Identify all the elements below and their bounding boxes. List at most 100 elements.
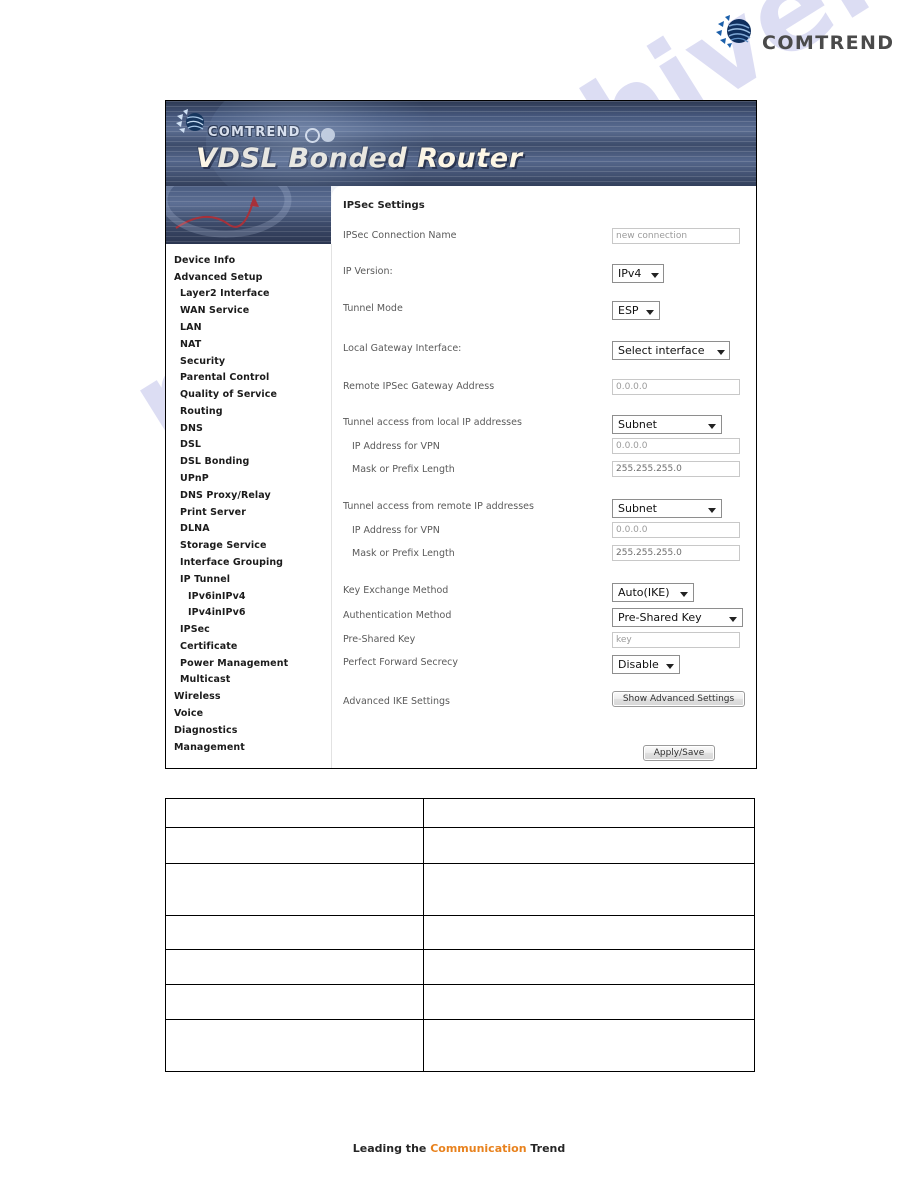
key-exchange-value: Auto(IKE) bbox=[618, 586, 670, 599]
table-cell-col2 bbox=[423, 798, 755, 828]
connection-name-input[interactable]: new connection bbox=[612, 228, 740, 244]
sidebar-item-upnp[interactable]: UPnP bbox=[166, 470, 331, 487]
field-row-remote-mask: Mask or Prefix Length 255.255.255.0 bbox=[332, 545, 756, 566]
sidebar-item-device-info[interactable]: Device Info bbox=[166, 252, 331, 269]
sidebar-item-diagnostics[interactable]: Diagnostics bbox=[166, 722, 331, 739]
comtrend-globe-icon bbox=[176, 109, 204, 133]
table-cell-col2 bbox=[423, 827, 755, 864]
sidebar-item-quality-of-service[interactable]: Quality of Service bbox=[166, 386, 331, 403]
remote-ip-vpn-input[interactable]: 0.0.0.0 bbox=[612, 522, 740, 538]
table-cell-col1 bbox=[165, 827, 424, 864]
sidebar-item-parental-control[interactable]: Parental Control bbox=[166, 369, 331, 386]
banner-title: VDSL Bonded Router bbox=[196, 143, 523, 174]
sidebar-item-ipsec[interactable]: IPSec bbox=[166, 621, 331, 638]
field-row-pfs: Perfect Forward Secrecy Disable bbox=[332, 655, 756, 675]
table-row bbox=[165, 863, 755, 916]
pre-shared-key-input[interactable]: key bbox=[612, 632, 740, 648]
label-advanced-ike: Advanced IKE Settings bbox=[343, 696, 450, 707]
banner-dot-outline-icon bbox=[305, 128, 320, 143]
router-ui-screenshot: COMTREND VDSL Bonded Router Device Info … bbox=[165, 100, 757, 769]
sidebar-item-dsl-bonding[interactable]: DSL Bonding bbox=[166, 453, 331, 470]
table-cell-col1 bbox=[165, 1019, 424, 1072]
ipsec-form: IPSec Connection Name new connection IP … bbox=[332, 186, 756, 768]
sidebar-item-dsl[interactable]: DSL bbox=[166, 437, 331, 454]
local-ip-vpn-input[interactable]: 0.0.0.0 bbox=[612, 438, 740, 454]
sidebar-item-wan-service[interactable]: WAN Service bbox=[166, 302, 331, 319]
remote-mask-input[interactable]: 255.255.255.0 bbox=[612, 545, 740, 561]
tunnel-remote-select[interactable]: Subnet bbox=[612, 499, 722, 518]
table-cell-col2 bbox=[423, 1019, 755, 1072]
perfect-forward-secrecy-value: Disable bbox=[618, 658, 659, 671]
sidebar-item-storage-service[interactable]: Storage Service bbox=[166, 537, 331, 554]
sidebar-item-ipv4inipv6[interactable]: IPv4inIPv6 bbox=[166, 604, 331, 621]
sidebar-item-voice[interactable]: Voice bbox=[166, 705, 331, 722]
tunnel-mode-value: ESP bbox=[618, 304, 639, 317]
tunnel-local-select[interactable]: Subnet bbox=[612, 415, 722, 434]
sidebar-item-security[interactable]: Security bbox=[166, 353, 331, 370]
field-row-apply: Apply/Save bbox=[332, 745, 756, 765]
sidebar-item-dns[interactable]: DNS bbox=[166, 420, 331, 437]
field-row-key-exchange: Key Exchange Method Auto(IKE) bbox=[332, 583, 756, 603]
key-exchange-select[interactable]: Auto(IKE) bbox=[612, 583, 694, 602]
sidebar-item-layer2-interface[interactable]: Layer2 Interface bbox=[166, 286, 331, 303]
sidebar-item-routing[interactable]: Routing bbox=[166, 403, 331, 420]
sidebar-item-lan[interactable]: LAN bbox=[166, 319, 331, 336]
chevron-down-icon bbox=[651, 273, 659, 278]
label-tunnel-remote: Tunnel access from remote IP addresses bbox=[343, 501, 534, 512]
label-tunnel-local: Tunnel access from local IP addresses bbox=[343, 417, 522, 428]
sidebar-item-print-server[interactable]: Print Server bbox=[166, 504, 331, 521]
perfect-forward-secrecy-select[interactable]: Disable bbox=[612, 655, 680, 674]
sidebar-item-ip-tunnel[interactable]: IP Tunnel bbox=[166, 571, 331, 588]
ip-version-value: IPv4 bbox=[618, 267, 642, 280]
field-row-connection-name: IPSec Connection Name new connection bbox=[332, 228, 756, 248]
remote-gateway-address-value: 0.0.0.0 bbox=[616, 382, 648, 392]
ip-version-select[interactable]: IPv4 bbox=[612, 264, 664, 283]
sidebar-item-dlna[interactable]: DLNA bbox=[166, 521, 331, 538]
field-row-advanced-ike: Advanced IKE Settings Show Advanced Sett… bbox=[332, 691, 756, 714]
local-gateway-interface-select[interactable]: Select interface bbox=[612, 341, 730, 360]
tunnel-mode-select[interactable]: ESP bbox=[612, 301, 660, 320]
sidebar-item-multicast[interactable]: Multicast bbox=[166, 672, 331, 689]
label-perfect-forward-secrecy: Perfect Forward Secrecy bbox=[343, 657, 459, 668]
banner-brand: COMTREND bbox=[208, 125, 301, 140]
sidebar-item-wireless[interactable]: Wireless bbox=[166, 688, 331, 705]
field-row-remote-ip-vpn: IP Address for VPN 0.0.0.0 bbox=[332, 522, 756, 543]
local-mask-input[interactable]: 255.255.255.0 bbox=[612, 461, 740, 477]
field-row-ip-version: IP Version: IPv4 bbox=[332, 264, 756, 284]
table-cell-col2 bbox=[423, 949, 755, 985]
remote-gateway-address-input[interactable]: 0.0.0.0 bbox=[612, 379, 740, 395]
footer-tagline: Leading the Communication Trend bbox=[0, 1142, 918, 1155]
apply-save-button[interactable]: Apply/Save bbox=[643, 745, 715, 761]
field-row-tunnel-remote: Tunnel access from remote IP addresses S… bbox=[332, 499, 756, 519]
chevron-down-icon bbox=[717, 350, 725, 355]
label-local-ip-vpn: IP Address for VPN bbox=[352, 441, 440, 452]
remote-mask-value: 255.255.255.0 bbox=[616, 548, 682, 558]
sidebar-item-advanced-setup[interactable]: Advanced Setup bbox=[166, 269, 331, 286]
auth-method-value: Pre-Shared Key bbox=[618, 611, 702, 624]
label-local-gateway-interface: Local Gateway Interface: bbox=[343, 343, 462, 354]
sidebar-item-ipv6inipv4[interactable]: IPv6inIPv4 bbox=[166, 588, 331, 605]
footer-part1: Leading the bbox=[352, 1142, 431, 1155]
reference-table-body bbox=[165, 798, 755, 1072]
sidebar-item-interface-grouping[interactable]: Interface Grouping bbox=[166, 554, 331, 571]
ipsec-settings-panel: IPSec Settings IPSec Connection Name new… bbox=[332, 186, 756, 768]
sidebar-item-management[interactable]: Management bbox=[166, 739, 331, 756]
table-row bbox=[165, 1019, 755, 1072]
chevron-down-icon bbox=[708, 508, 716, 513]
field-row-remote-gateway: Remote IPSec Gateway Address 0.0.0.0 bbox=[332, 379, 756, 399]
table-row bbox=[165, 915, 755, 950]
sidebar-item-nat[interactable]: NAT bbox=[166, 336, 331, 353]
label-pre-shared-key: Pre-Shared Key bbox=[343, 634, 416, 645]
auth-method-select[interactable]: Pre-Shared Key bbox=[612, 608, 743, 627]
sidebar-item-power-management[interactable]: Power Management bbox=[166, 655, 331, 672]
tunnel-remote-value: Subnet bbox=[618, 502, 657, 515]
field-row-local-ip-vpn: IP Address for VPN 0.0.0.0 bbox=[332, 438, 756, 459]
apply-save-label: Apply/Save bbox=[653, 748, 705, 758]
router-sidebar: Device Info Advanced Setup Layer2 Interf… bbox=[166, 244, 332, 768]
table-row bbox=[165, 984, 755, 1020]
show-advanced-settings-label: Show Advanced Settings bbox=[622, 694, 735, 704]
show-advanced-settings-button[interactable]: Show Advanced Settings bbox=[612, 691, 745, 707]
remote-ip-vpn-value: 0.0.0.0 bbox=[616, 525, 648, 535]
sidebar-item-dns-proxy-relay[interactable]: DNS Proxy/Relay bbox=[166, 487, 331, 504]
sidebar-item-certificate[interactable]: Certificate bbox=[166, 638, 331, 655]
